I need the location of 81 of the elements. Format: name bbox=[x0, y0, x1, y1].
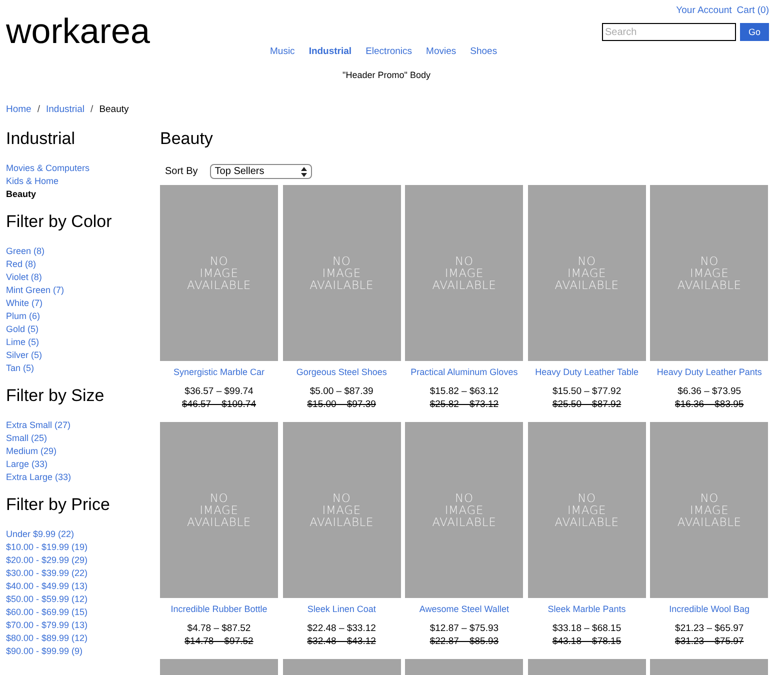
product-name[interactable]: Heavy Duty Leather Table bbox=[535, 367, 638, 377]
filter-link[interactable]: $90.00 - $99.99 (9) bbox=[6, 645, 83, 658]
price: $12.87 – $75.93 bbox=[430, 623, 499, 634]
filter-title: Filter by Size bbox=[6, 386, 106, 406]
filter-link[interactable]: $10.00 - $19.99 (19) bbox=[6, 541, 88, 554]
filter-link[interactable]: Extra Small (27) bbox=[6, 419, 71, 432]
filter-link[interactable]: Large (33) bbox=[6, 458, 48, 471]
go-button[interactable]: Go bbox=[740, 23, 769, 41]
filter-link[interactable]: Gold (5) bbox=[6, 323, 39, 336]
product-name[interactable]: Synergistic Marble Car bbox=[173, 367, 265, 377]
account-link[interactable]: Cart (0) bbox=[736, 5, 769, 16]
category-link[interactable]: Kids & Home bbox=[6, 175, 59, 188]
filter-title: Filter by Color bbox=[6, 212, 113, 232]
search-field[interactable]: Search bbox=[602, 23, 736, 41]
filter-link[interactable]: Mint Green (7) bbox=[6, 284, 64, 297]
price: $21.23 – $65.97 bbox=[675, 623, 744, 634]
original-price: $32.48 – $43.12 bbox=[307, 636, 376, 647]
product-name[interactable]: Heavy Duty Leather Pants bbox=[656, 367, 762, 377]
breadcrumb-link[interactable]: Home bbox=[6, 104, 32, 115]
filter-link[interactable]: $40.00 - $49.99 (13) bbox=[6, 580, 88, 593]
breadcrumb-separator: / bbox=[37, 104, 40, 115]
original-price: $31.23 – $75.97 bbox=[675, 636, 744, 647]
category-link[interactable]: Beauty bbox=[6, 188, 36, 201]
filter-link[interactable]: Under $9.99 (22) bbox=[6, 528, 74, 541]
filter-link[interactable]: Violet (8) bbox=[6, 271, 42, 284]
sidebar-title: Industrial bbox=[6, 129, 76, 149]
price: $33.18 – $68.15 bbox=[552, 623, 622, 634]
original-price: $16.36 – $83.95 bbox=[675, 399, 744, 410]
filter-link[interactable]: Tan (5) bbox=[6, 362, 34, 375]
filter-link[interactable]: Lime (5) bbox=[6, 336, 40, 349]
filter-title: Filter by Price bbox=[6, 495, 111, 515]
sort-select[interactable]: Top Sellers bbox=[210, 164, 312, 179]
filter-link[interactable]: $20.00 - $29.99 (29) bbox=[6, 554, 88, 567]
nav-link[interactable]: Movies bbox=[426, 46, 456, 57]
original-price: $46.57 – $109.74 bbox=[182, 399, 256, 410]
nav-link[interactable]: Shoes bbox=[470, 46, 498, 57]
filter-link[interactable]: Plum (6) bbox=[6, 310, 40, 323]
product-name[interactable]: Practical Aluminum Gloves bbox=[410, 367, 518, 377]
original-price: $25.82 – $73.12 bbox=[430, 399, 499, 410]
filter-link[interactable]: $60.00 - $69.99 (15) bbox=[6, 606, 88, 619]
sort-label: Sort By bbox=[165, 166, 198, 177]
filter-link[interactable]: Small (25) bbox=[6, 432, 48, 445]
page-title: Beauty bbox=[160, 129, 214, 149]
product-name[interactable]: Sleek Linen Coat bbox=[307, 604, 376, 614]
product-name[interactable]: Gorgeous Steel Shoes bbox=[296, 367, 387, 377]
filter-link[interactable]: Medium (29) bbox=[6, 445, 57, 458]
filter-link[interactable]: $50.00 - $59.99 (12) bbox=[6, 593, 88, 606]
product-name[interactable]: Sleek Marble Pants bbox=[548, 604, 626, 614]
original-price: $25.50 – $87.92 bbox=[552, 399, 622, 410]
nav-link[interactable]: Music bbox=[270, 46, 295, 57]
nav-link[interactable]: Electronics bbox=[366, 46, 412, 57]
filter-link[interactable]: $80.00 - $89.99 (12) bbox=[6, 632, 88, 645]
category-link[interactable]: Movies & Computers bbox=[6, 162, 90, 175]
original-price: $43.18 – $78.15 bbox=[552, 636, 622, 647]
filter-link[interactable]: $70.00 - $79.99 (13) bbox=[6, 619, 88, 632]
filter-link[interactable]: White (7) bbox=[6, 297, 43, 310]
original-price: $14.78 – $97.52 bbox=[184, 636, 254, 647]
product-name[interactable]: Awesome Steel Wallet bbox=[419, 604, 509, 614]
product-name[interactable]: Incredible Rubber Bottle bbox=[170, 604, 268, 614]
original-price: $15.00 – $97.39 bbox=[307, 399, 376, 410]
price: $15.82 – $63.12 bbox=[430, 386, 499, 397]
breadcrumb-link[interactable]: Industrial bbox=[46, 104, 85, 115]
nav-link[interactable]: Industrial bbox=[308, 46, 352, 57]
account-link[interactable]: Your Account bbox=[676, 5, 732, 16]
filter-link[interactable]: Red (8) bbox=[6, 258, 36, 271]
promo-text: "Header Promo" Body bbox=[342, 70, 432, 80]
filter-link[interactable]: Extra Large (33) bbox=[6, 471, 72, 484]
original-price: $22.87 – $85.93 bbox=[430, 636, 499, 647]
price: $36.57 – $99.74 bbox=[184, 386, 254, 397]
filter-link[interactable]: $30.00 - $39.99 (22) bbox=[6, 567, 88, 580]
logo[interactable]: workarea bbox=[0, 0, 150, 50]
updown-icon bbox=[300, 166, 307, 176]
price: $6.36 – $73.95 bbox=[678, 386, 742, 397]
price: $4.78 – $87.52 bbox=[187, 623, 251, 634]
price: $22.48 – $33.12 bbox=[307, 623, 376, 634]
price: $15.50 – $77.92 bbox=[552, 386, 622, 397]
price: $5.00 – $87.39 bbox=[310, 386, 374, 397]
breadcrumb-separator: / bbox=[90, 104, 94, 115]
filter-link[interactable]: Green (8) bbox=[6, 245, 45, 258]
product-name[interactable]: Incredible Wool Bag bbox=[669, 604, 750, 614]
filter-link[interactable]: Silver (5) bbox=[6, 349, 42, 362]
